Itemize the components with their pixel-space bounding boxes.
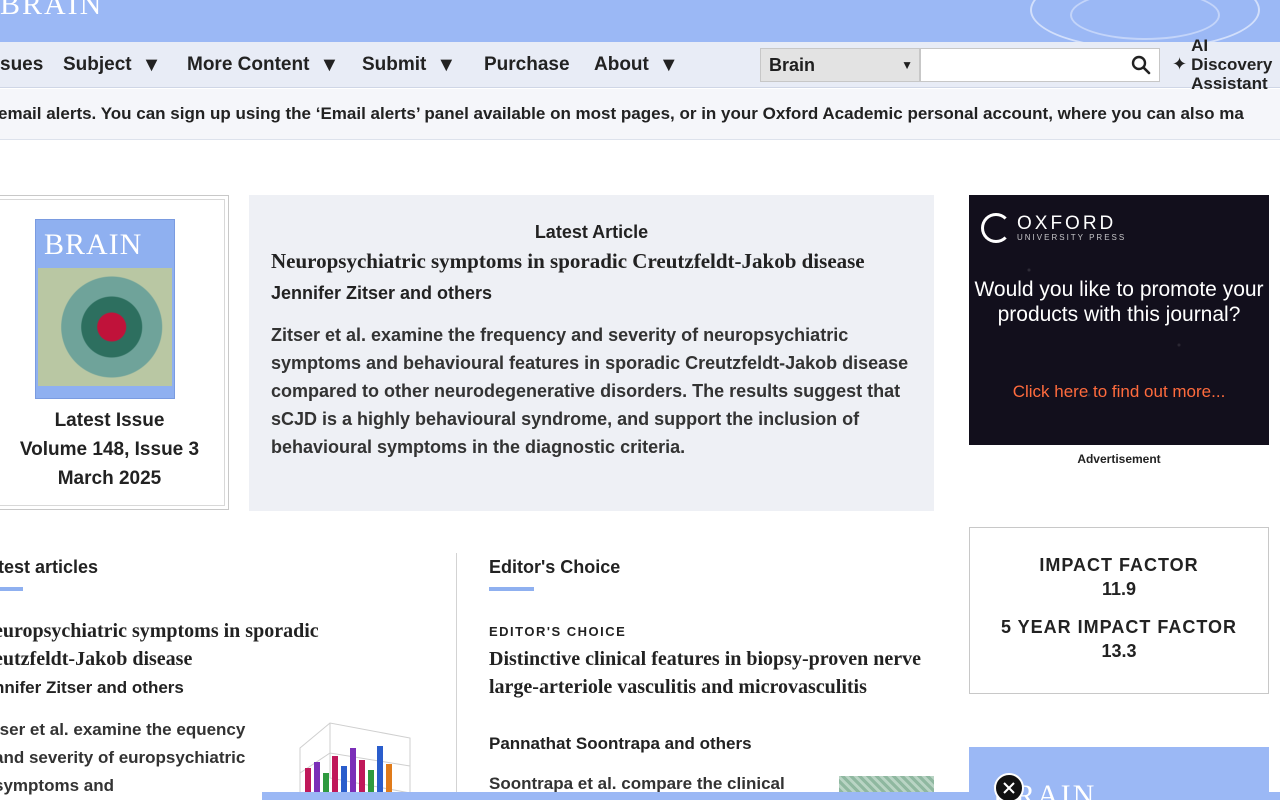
latest-article-panel: Latest Article Neuropsychiatric symptoms…: [249, 195, 934, 511]
latest-issue-card[interactable]: BRAIN Latest Issue Volume 148, Issue 3 M…: [0, 195, 229, 510]
caret-down-icon: ▼: [436, 54, 457, 76]
editors-choice-abstract: Soontrapa et al. compare the clinical: [489, 774, 785, 793]
editors-choice-title[interactable]: Distinctive clinical features in biopsy-…: [489, 645, 929, 701]
cover-footer: [40, 386, 170, 396]
dropdown-arrow-icon: ▼: [901, 58, 913, 72]
alert-text: email alerts. You can sign up using the …: [0, 104, 1244, 123]
search-scope-value: Brain: [769, 54, 816, 75]
search-icon[interactable]: [1131, 55, 1151, 75]
nav-item-about[interactable]: About ▼: [594, 42, 679, 88]
issue-date: March 2025: [57, 468, 162, 489]
journal-logo[interactable]: BRAIN: [0, 0, 103, 22]
latest-articles-item-authors: nnifer Zitser and others: [0, 678, 184, 697]
email-alert-notice: email alerts. You can sign up using the …: [0, 89, 1280, 140]
issue-cover-image[interactable]: BRAIN: [35, 219, 175, 399]
close-icon[interactable]: [994, 773, 1024, 800]
caret-down-icon: ▼: [141, 54, 162, 76]
oup-logo-icon: [981, 213, 1011, 243]
oup-logo: OXFORD UNIVERSITY PRESS: [981, 213, 1126, 243]
editors-choice-underline: [489, 587, 534, 591]
caret-down-icon: ▼: [658, 54, 679, 76]
nav-item-label: More Content: [187, 54, 310, 75]
nav-item-issues[interactable]: sues: [0, 42, 43, 88]
latest-articles-underline: [0, 587, 23, 591]
latest-articles-item-abstract: tser et al. examine the equency and seve…: [0, 720, 246, 795]
caret-down-icon: ▼: [319, 54, 340, 76]
impact-factor-value: 11.9: [1101, 579, 1137, 599]
oup-brand-sub: UNIVERSITY PRESS: [1017, 232, 1127, 242]
search-input[interactable]: [920, 48, 1160, 82]
latest-article-authors: Jennifer Zitser and others: [271, 283, 493, 303]
editors-choice-authors: Pannathat Soontrapa and others: [489, 734, 752, 753]
oup-brand: OXFORD: [1017, 212, 1117, 234]
cover-title: BRAIN: [44, 228, 143, 261]
advertisement-label: Advertisement: [1077, 452, 1161, 466]
nav-item-submit[interactable]: Submit ▼: [362, 42, 456, 88]
ai-discovery-assistant-button[interactable]: ✦ AI Discovery Assistant: [1172, 35, 1280, 93]
sparkle-icon: ✦: [1172, 53, 1188, 74]
ad-question: Would you like to promote your products …: [974, 278, 1264, 326]
nav-item-label: sues: [0, 54, 44, 75]
article-figure-thumbnail[interactable]: [290, 718, 420, 800]
cover-micrograph: [38, 268, 172, 386]
ad-cta[interactable]: Click here to find out more...: [969, 383, 1269, 401]
nav-item-purchase[interactable]: Purchase: [484, 42, 570, 88]
latest-article-abstract: Zitser et al. examine the frequency and …: [271, 325, 909, 457]
issue-volume[interactable]: Volume 148, Issue 3: [0, 435, 228, 464]
impact-factor-box: IMPACT FACTOR 11.9 5 YEAR IMPACT FACTOR …: [969, 527, 1269, 694]
issue-label: Latest Issue: [54, 410, 165, 431]
latest-articles-heading: test articles: [0, 557, 99, 577]
editors-choice-heading: Editor's Choice: [489, 557, 621, 577]
issue-info: Latest Issue Volume 148, Issue 3 March 2…: [0, 406, 228, 493]
impact-factor-label: IMPACT FACTOR: [1039, 555, 1199, 575]
section-divider: [456, 553, 457, 800]
ai-button-label: AI Discovery Assistant: [1191, 35, 1273, 93]
latest-article-heading: Latest Article: [534, 222, 649, 242]
nav-item-label: Submit: [362, 54, 427, 75]
nav-item-label: Subject: [63, 54, 132, 75]
latest-articles-item-title[interactable]: europsychiatric symptoms in sporadic eut…: [0, 617, 374, 673]
search-scope-select[interactable]: Brain ▼: [760, 48, 920, 82]
journal-banner: BRAIN: [0, 0, 1280, 42]
close-x-glyph: [1003, 782, 1015, 794]
editors-choice-kicker: EDITOR'S CHOICE: [489, 624, 627, 639]
nav-item-label: About: [594, 54, 649, 75]
latest-article-title[interactable]: Neuropsychiatric symptoms in sporadic Cr…: [271, 249, 865, 274]
oup-advertisement[interactable]: OXFORD UNIVERSITY PRESS Would you like t…: [969, 195, 1269, 445]
five-year-impact-factor-value: 13.3: [1101, 641, 1137, 661]
nav-item-more-content[interactable]: More Content ▼: [187, 42, 339, 88]
five-year-impact-factor-label: 5 YEAR IMPACT FACTOR: [1000, 617, 1238, 637]
nav-item-label: Purchase: [484, 54, 570, 75]
nav-item-subject[interactable]: Subject ▼: [63, 42, 161, 88]
